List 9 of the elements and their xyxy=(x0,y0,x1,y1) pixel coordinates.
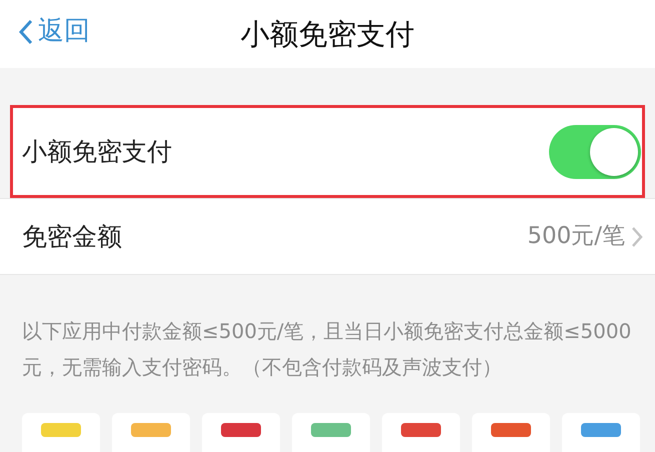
description-text: 以下应用中付款金额≤500元/笔，且当日小额免密支付总金额≤5000元，无需输入支付密码。（不包含付款码及声波支付） xyxy=(22,319,632,379)
back-icon xyxy=(18,18,34,46)
toggle-switch[interactable] xyxy=(549,124,641,178)
page-title: 小额免密支付 xyxy=(240,17,414,51)
setting-label: 免密金额 xyxy=(22,220,122,253)
setting-value: 500元/笔 xyxy=(527,222,625,252)
setting-label: 小额免密支付 xyxy=(22,136,172,168)
setting-row[interactable]: 免密金额 500元/笔 xyxy=(0,198,655,275)
chevron-icon xyxy=(631,226,643,248)
